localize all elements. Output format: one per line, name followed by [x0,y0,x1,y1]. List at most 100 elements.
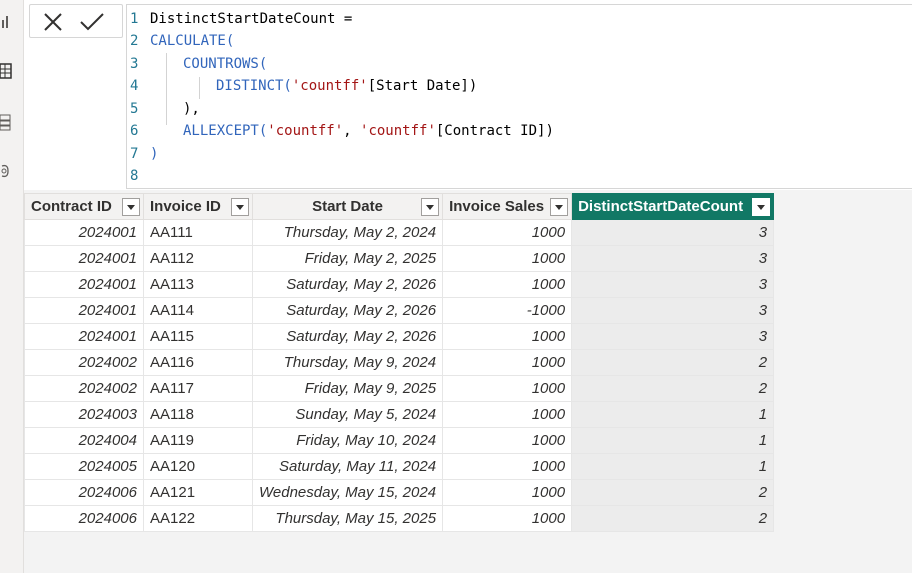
table-reference: 'countff' [267,123,344,139]
invoice-sales-cell[interactable]: 1000 [442,271,573,298]
table-row[interactable]: 2024002 AA117 Friday, May 9, 2025 1000 2 [24,375,775,402]
table-row[interactable]: 2024001 AA115 Saturday, May 2, 2026 1000 3 [24,323,775,350]
table-row[interactable]: 2024001 AA113 Saturday, May 2, 2026 1000 3 [24,271,775,298]
contract-id-cell[interactable]: 2024005 [24,453,144,480]
invoice-id-cell[interactable]: AA118 [143,401,253,428]
invoice-id-cell[interactable]: AA111 [143,219,253,246]
column-reference: [Start Date]) [367,78,478,94]
distinct-count-cell[interactable]: 2 [571,479,775,506]
commit-button[interactable] [76,9,106,35]
code-line-1: DistinctStartDateCount = [150,11,352,27]
invoice-id-cell[interactable]: AA121 [143,479,253,506]
distinct-count-cell[interactable]: 2 [571,375,775,402]
invoice-id-cell[interactable]: AA113 [143,271,253,298]
column-header-invoice-sales[interactable]: Invoice Sales [442,193,573,220]
contract-id-cell[interactable]: 2024001 [24,219,144,246]
data-table: Contract ID Invoice ID Start Date Invoic… [24,193,775,532]
table-row[interactable]: 2024006 AA121 Wednesday, May 15, 2024 1000 2 [24,479,775,506]
function-countrows: COUNTROWS( [183,56,268,72]
invoice-sales-cell[interactable]: 1000 [442,479,573,506]
distinct-count-cell[interactable]: 3 [571,219,775,246]
function-allexcept: ALLEXCEPT( [183,123,268,139]
column-header-contract-id[interactable]: Contract ID [24,193,144,220]
contract-id-cell[interactable]: 2024006 [24,505,144,532]
distinct-count-cell[interactable]: 2 [571,505,775,532]
contract-id-cell[interactable]: 2024003 [24,401,144,428]
column-header-invoice-id[interactable]: Invoice ID [143,193,253,220]
close-icon [38,9,68,35]
start-date-cell[interactable]: Wednesday, May 15, 2024 [251,479,444,506]
table-row[interactable]: 2024001 AA112 Friday, May 2, 2025 1000 3 [24,245,775,272]
invoice-sales-cell[interactable]: 1000 [442,219,573,246]
invoice-id-cell[interactable]: AA114 [143,297,253,324]
invoice-sales-cell[interactable]: 1000 [442,375,573,402]
distinct-count-cell[interactable]: 3 [571,271,775,298]
table-row[interactable]: 2024001 AA114 Saturday, May 2, 2026 -1000 3 [24,297,775,324]
distinct-count-cell[interactable]: 2 [571,349,775,376]
invoice-id-cell[interactable]: AA115 [143,323,253,350]
invoice-id-cell[interactable]: AA119 [143,427,253,454]
contract-id-cell[interactable]: 2024001 [24,271,144,298]
invoice-sales-cell[interactable]: 1000 [442,401,573,428]
code-line-7: ) [150,146,158,162]
distinct-count-cell[interactable]: 3 [571,245,775,272]
table-row[interactable]: 2024005 AA120 Saturday, May 11, 2024 1000 1 [24,453,775,480]
contract-id-cell[interactable]: 2024006 [24,479,144,506]
start-date-cell[interactable]: Friday, May 9, 2025 [251,375,444,402]
chevron-down-icon[interactable] [421,198,440,216]
invoice-id-cell[interactable]: AA122 [143,505,253,532]
contract-id-cell[interactable]: 2024002 [24,349,144,376]
start-date-cell[interactable]: Thursday, May 2, 2024 [251,219,444,246]
invoice-id-cell[interactable]: AA116 [143,349,253,376]
start-date-cell[interactable]: Friday, May 10, 2024 [251,427,444,454]
invoice-id-cell[interactable]: AA112 [143,245,253,272]
invoice-sales-cell[interactable]: 1000 [442,453,573,480]
contract-id-cell[interactable]: 2024002 [24,375,144,402]
distinct-count-cell[interactable]: 1 [571,427,775,454]
invoice-sales-cell[interactable]: 1000 [442,245,573,272]
line-number: 3 [130,56,139,72]
distinct-count-cell[interactable]: 3 [571,297,775,324]
contract-id-cell[interactable]: 2024004 [24,427,144,454]
distinct-count-cell[interactable]: 1 [571,401,775,428]
start-date-cell[interactable]: Friday, May 2, 2025 [251,245,444,272]
chevron-down-icon[interactable] [122,198,140,216]
table-row[interactable]: 2024006 AA122 Thursday, May 15, 2025 1000 2 [24,505,775,532]
invoice-id-cell[interactable]: AA120 [143,453,253,480]
start-date-cell[interactable]: Thursday, May 15, 2025 [251,505,444,532]
start-date-cell[interactable]: Saturday, May 2, 2026 [251,271,444,298]
table-view-icon[interactable] [0,62,12,80]
dax-query-icon[interactable] [0,162,12,180]
column-header-distinct-start-date-count[interactable]: DistinctStartDateCount [571,193,775,220]
distinct-count-cell[interactable]: 1 [571,453,775,480]
invoice-sales-cell[interactable]: 1000 [442,427,573,454]
invoice-id-cell[interactable]: AA117 [143,375,253,402]
contract-id-cell[interactable]: 2024001 [24,245,144,272]
indent-guide [199,77,200,99]
invoice-sales-cell[interactable]: 1000 [442,323,573,350]
start-date-cell[interactable]: Saturday, May 11, 2024 [251,453,444,480]
table-row[interactable]: 2024002 AA116 Thursday, May 9, 2024 1000 2 [24,349,775,376]
table-row[interactable]: 2024004 AA119 Friday, May 10, 2024 1000 1 [24,427,775,454]
model-view-icon[interactable] [0,113,12,131]
cancel-button[interactable] [38,9,68,35]
start-date-cell[interactable]: Sunday, May 5, 2024 [251,401,444,428]
chevron-down-icon[interactable] [752,198,771,216]
dax-formula-editor[interactable]: 1 2 3 4 5 6 7 8 DistinctStartDateCount =… [126,4,912,189]
start-date-cell[interactable]: Thursday, May 9, 2024 [251,349,444,376]
distinct-count-cell[interactable]: 3 [571,323,775,350]
table-row[interactable]: 2024003 AA118 Sunday, May 5, 2024 1000 1 [24,401,775,428]
start-date-cell[interactable]: Saturday, May 2, 2026 [251,323,444,350]
table-row[interactable]: 2024001 AA111 Thursday, May 2, 2024 1000 3 [24,219,775,246]
invoice-sales-cell[interactable]: 1000 [442,505,573,532]
chevron-down-icon[interactable] [231,198,249,216]
column-header-start-date[interactable]: Start Date [251,193,444,220]
invoice-sales-cell[interactable]: 1000 [442,349,573,376]
start-date-cell[interactable]: Saturday, May 2, 2026 [251,297,444,324]
invoice-sales-cell[interactable]: -1000 [442,297,573,324]
report-view-icon[interactable] [0,12,12,30]
contract-id-cell[interactable]: 2024001 [24,297,144,324]
chevron-down-icon[interactable] [550,198,569,216]
line-number: 8 [130,168,139,184]
contract-id-cell[interactable]: 2024001 [24,323,144,350]
